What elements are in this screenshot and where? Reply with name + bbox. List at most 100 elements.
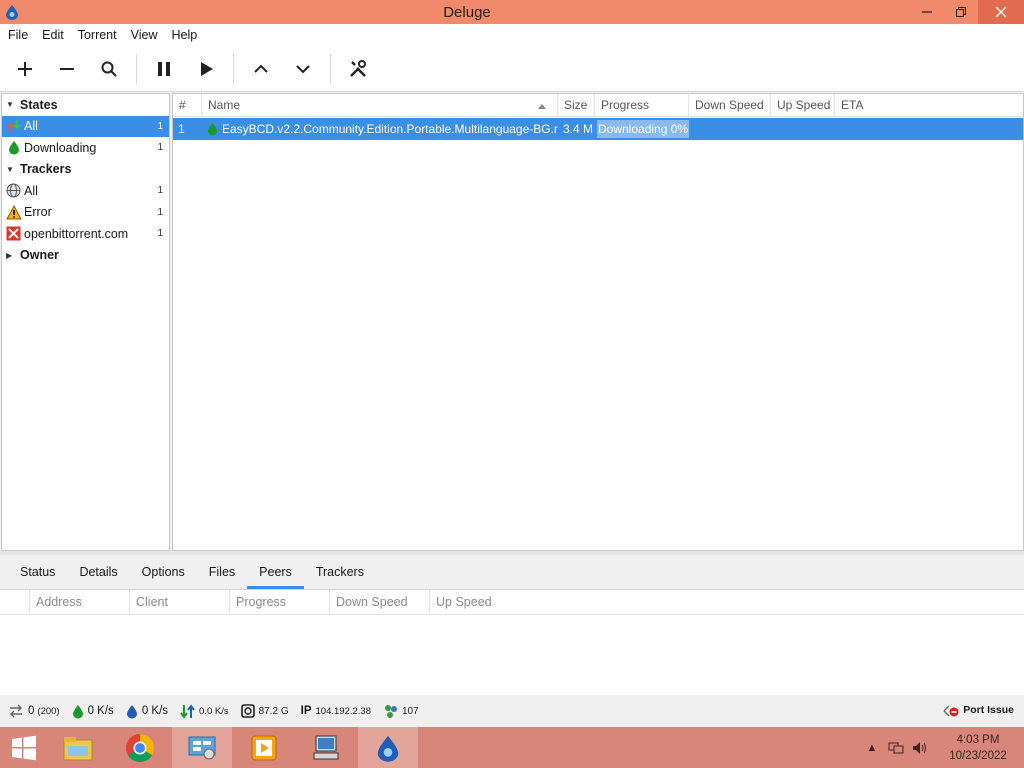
taskbar-network[interactable] [296, 727, 356, 768]
column-name[interactable]: Name [202, 94, 558, 116]
blue-drop-icon [126, 704, 137, 718]
menu-edit[interactable]: Edit [36, 28, 70, 42]
menu-file[interactable]: File [2, 28, 34, 42]
filter-sidebar: ▼ States All 1 Downloading 1 ▼ Trackers … [1, 93, 170, 551]
tools-icon [350, 59, 366, 77]
filter-count: 1 [157, 120, 163, 132]
external-ip-status: IP 104.192.2.38 [300, 705, 371, 717]
remove-torrent-button[interactable] [46, 48, 88, 90]
details-tabs: Status Details Options Files Peers Track… [0, 555, 1024, 589]
column-index[interactable]: # [173, 94, 202, 116]
tab-trackers[interactable]: Trackers [304, 555, 376, 589]
network-tray-icon[interactable] [884, 741, 908, 755]
column-address[interactable]: Address [30, 590, 130, 614]
disk-icon [240, 704, 255, 718]
column-size[interactable]: Size [558, 94, 595, 116]
toolbar [0, 46, 1024, 92]
menu-view[interactable]: View [125, 28, 164, 42]
sort-ascending-icon [538, 104, 546, 109]
column-progress[interactable]: Progress [595, 94, 689, 116]
chevron-up-icon [254, 64, 268, 73]
queue-down-button[interactable] [282, 48, 324, 90]
column-flag[interactable] [0, 590, 30, 614]
owner-header[interactable]: ▶ Owner [2, 245, 169, 267]
taskbar-deluge[interactable] [358, 727, 418, 768]
states-header[interactable]: ▼ States [2, 94, 169, 116]
tab-peers[interactable]: Peers [247, 555, 304, 589]
column-client[interactable]: Client [130, 590, 230, 614]
trackers-header[interactable]: ▼ Trackers [2, 159, 169, 181]
taskbar-media-player[interactable] [234, 727, 294, 768]
add-torrent-button[interactable] [4, 48, 46, 90]
toolbar-separator [330, 53, 331, 84]
restore-button[interactable] [944, 0, 978, 24]
connections-icon [10, 704, 22, 718]
folder-icon [63, 736, 93, 760]
plus-icon [18, 61, 32, 76]
media-player-icon [251, 735, 277, 760]
system-tray: ▲ 4:03 PM 10/23/2022 [860, 727, 1024, 768]
expander-down-icon: ▼ [6, 100, 14, 110]
download-speed-status[interactable]: 0 K/s [72, 704, 114, 719]
taskbar-chrome[interactable] [110, 727, 170, 768]
start-button[interactable] [0, 727, 48, 768]
taskbar-file-explorer[interactable] [48, 727, 108, 768]
tab-details[interactable]: Details [67, 555, 129, 589]
filter-state-all[interactable]: All 1 [2, 115, 169, 137]
tab-files[interactable]: Files [197, 555, 247, 589]
column-peer-progress[interactable]: Progress [230, 590, 330, 614]
search-button[interactable] [88, 48, 130, 90]
chevron-down-icon [296, 64, 310, 73]
filter-state-downloading[interactable]: Downloading 1 [2, 137, 169, 159]
clock-date: 10/23/2022 [949, 749, 1007, 762]
search-icon [101, 61, 117, 77]
menu-help[interactable]: Help [165, 28, 203, 42]
column-down-speed[interactable]: Down Speed [689, 94, 771, 116]
column-peer-down-speed[interactable]: Down Speed [330, 590, 430, 614]
clock[interactable]: 4:03 PM 10/23/2022 [932, 732, 1024, 764]
window-title: Deluge [443, 3, 491, 21]
volume-icon[interactable] [908, 741, 932, 755]
green-drop-icon [207, 123, 218, 136]
queue-up-button[interactable] [240, 48, 282, 90]
torrent-progress-bar: Downloading 0% [597, 120, 689, 138]
tab-options[interactable]: Options [130, 555, 197, 589]
torrent-row[interactable]: 1 EasyBCD.v2.2.Community.Edition.Portabl… [173, 118, 1023, 140]
pause-button[interactable] [143, 48, 185, 90]
show-hidden-icons-button[interactable]: ▲ [860, 742, 884, 754]
preferences-button[interactable] [337, 48, 379, 90]
column-peer-up-speed[interactable]: Up Speed [430, 590, 530, 614]
close-button[interactable] [978, 0, 1024, 24]
tab-status[interactable]: Status [8, 555, 67, 589]
minimize-button[interactable] [910, 0, 944, 24]
menu-bar: File Edit Torrent View Help [0, 24, 1024, 46]
expander-down-icon: ▼ [6, 164, 14, 174]
tracker-favicon-icon [5, 225, 22, 242]
free-space-status: 87.2 G [240, 704, 289, 718]
filter-count: 1 [157, 206, 163, 218]
windows-logo-icon [12, 735, 36, 760]
column-eta[interactable]: ETA [835, 94, 895, 116]
port-issue-icon [943, 705, 959, 717]
menu-torrent[interactable]: Torrent [72, 28, 123, 42]
resume-button[interactable] [185, 48, 227, 90]
taskbar-control-panel[interactable] [172, 727, 232, 768]
torrent-progress-cell: Downloading 0% [595, 120, 689, 138]
connections-status[interactable]: 0 (200) [8, 704, 60, 718]
protocol-traffic-status: 0.0 K/s [180, 703, 229, 719]
torrent-list: # Name Size Progress Down Speed Up Speed… [172, 93, 1024, 551]
column-up-speed[interactable]: Up Speed [771, 94, 835, 116]
upload-speed-status[interactable]: 0 K/s [126, 704, 168, 719]
expander-right-icon: ▶ [6, 250, 13, 260]
port-issue-status[interactable]: Port Issue [943, 703, 1014, 717]
filter-tracker-all[interactable]: All 1 [2, 180, 169, 202]
filter-tracker-error[interactable]: Error 1 [2, 202, 169, 224]
dht-nodes-status: 107 [383, 704, 419, 719]
computer-network-icon [313, 735, 339, 759]
filter-tracker-openbittorrent[interactable]: openbittorrent.com 1 [2, 223, 169, 245]
deluge-logo-icon [377, 735, 399, 762]
filter-count: 1 [157, 142, 163, 154]
torrent-index: 1 [178, 122, 185, 136]
filter-count: 1 [157, 185, 163, 197]
title-bar: Deluge [0, 0, 1024, 24]
